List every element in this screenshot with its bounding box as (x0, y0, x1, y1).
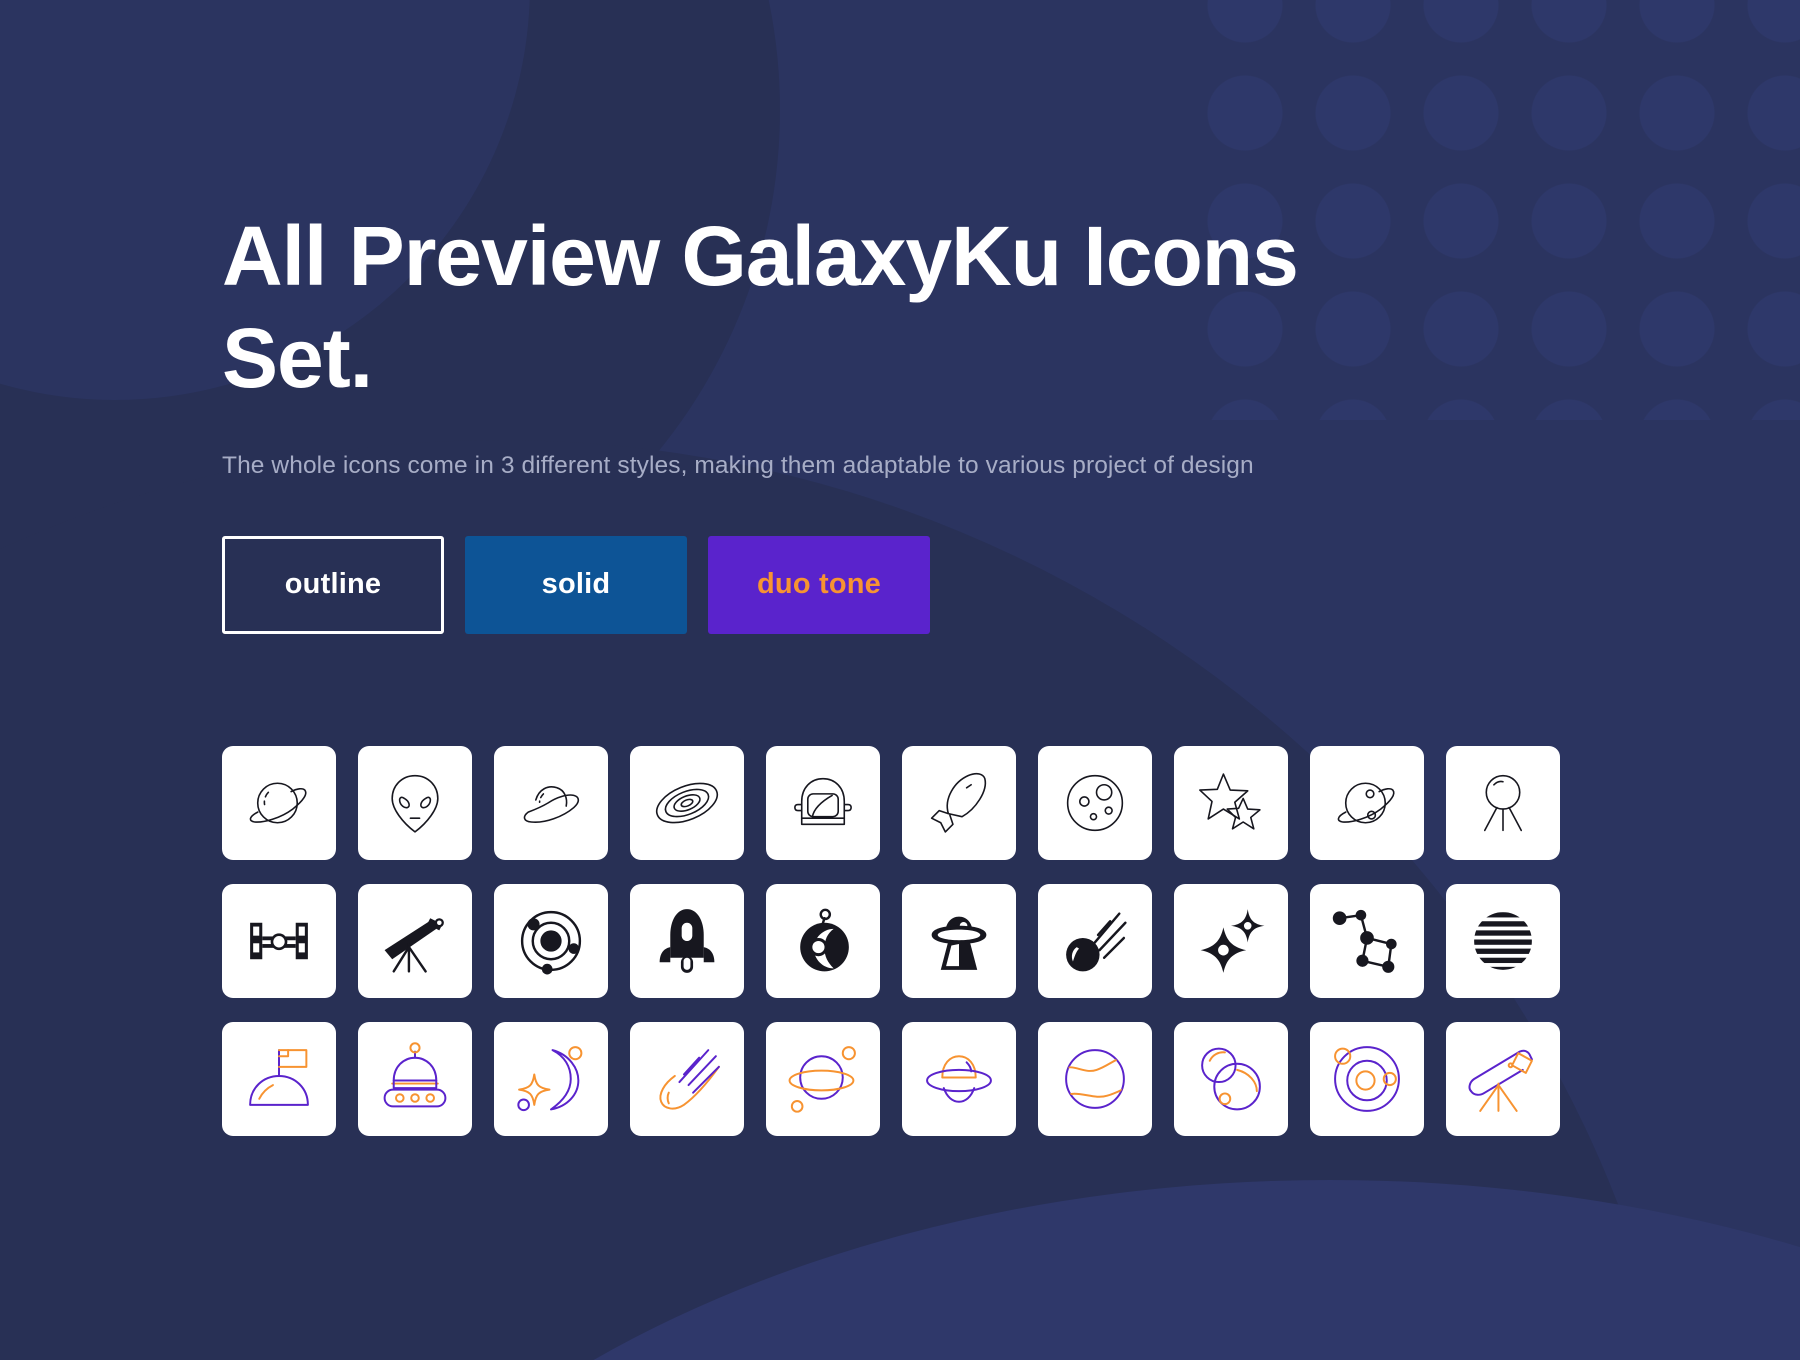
two-moons-icon (1201, 1047, 1261, 1111)
icon-grid (222, 745, 1602, 1136)
telescope-solid-icon (384, 918, 444, 973)
alien-head-icon (391, 774, 439, 833)
icon-tile-telescope-solid[interactable] (358, 883, 472, 998)
icon-tile-telescope-duo[interactable] (1446, 1021, 1560, 1136)
satellite-dish-icon (1483, 774, 1523, 832)
space-probe-icon (800, 908, 849, 972)
orbit-atom-icon (520, 910, 582, 975)
icon-tile-comet-trail[interactable] (1038, 883, 1152, 998)
telescope-duo-icon (1468, 1049, 1533, 1112)
icon-tile-striped-planet[interactable] (1446, 883, 1560, 998)
mars-rover-icon (383, 1042, 447, 1108)
hero-section: All Preview GalaxyKu Icons Set. The whol… (222, 0, 1800, 634)
two-stars-icon (1199, 773, 1261, 830)
style-button-outline[interactable]: outline (222, 535, 444, 634)
icon-tile-two-moons[interactable] (1174, 1021, 1288, 1136)
icon-tile-planet-ring-duo[interactable] (766, 1021, 880, 1136)
icon-tile-rocket-launch[interactable] (630, 883, 744, 998)
icon-tile-mars-rover[interactable] (358, 1021, 472, 1136)
icon-tile-ringed-planet[interactable] (1310, 745, 1424, 860)
icon-tile-galaxy-spiral[interactable] (630, 745, 744, 860)
astronaut-helmet-icon (794, 777, 852, 826)
icon-tile-comet-duo[interactable] (630, 1021, 744, 1136)
sparkle-stars-icon (1200, 909, 1265, 973)
icon-tile-ufo-beam[interactable] (902, 883, 1016, 998)
page-container: All Preview GalaxyKu Icons Set. The whol… (0, 0, 1800, 1136)
icon-tile-moon-flag[interactable] (222, 1021, 336, 1136)
moon-flag-icon (249, 1049, 309, 1106)
icon-tile-constellation[interactable] (1310, 883, 1424, 998)
icon-tile-ufo-duo[interactable] (902, 1021, 1016, 1136)
icon-tile-two-stars[interactable] (1174, 745, 1288, 860)
ufo-duo-icon (926, 1055, 992, 1103)
icon-tile-jupiter-duo[interactable] (1038, 1021, 1152, 1136)
rocket-diagonal-icon (930, 772, 987, 833)
icon-tile-space-probe[interactable] (766, 883, 880, 998)
ufo-beam-icon (931, 916, 987, 970)
style-filter-group: outline solid duo tone (222, 535, 1800, 634)
icon-tile-satellite-solid[interactable] (222, 883, 336, 998)
style-button-duo-tone[interactable]: duo tone (708, 535, 930, 634)
rocket-launch-icon (659, 909, 715, 973)
style-button-solid[interactable]: solid (465, 535, 687, 634)
ringed-planet-icon (1337, 782, 1395, 824)
crescent-moon-stars-icon (517, 1046, 583, 1112)
comet-trail-icon (1066, 912, 1127, 972)
icon-tile-satellite-dish[interactable] (1446, 745, 1560, 860)
jupiter-duo-icon (1065, 1049, 1125, 1109)
icon-tile-alien-head[interactable] (358, 745, 472, 860)
comet-duo-icon (659, 1049, 720, 1110)
constellation-icon (1332, 909, 1397, 973)
satellite-solid-icon (250, 922, 308, 960)
icon-tile-ufo-saucer[interactable] (494, 745, 608, 860)
page-subtitle: The whole icons come in 3 different styl… (222, 451, 1254, 479)
ufo-saucer-icon (523, 786, 580, 823)
icon-tile-solar-system[interactable] (1310, 1021, 1424, 1136)
solar-system-icon (1334, 1046, 1400, 1112)
page-title: All Preview GalaxyKu Icons Set. (222, 209, 1299, 406)
icon-tile-orbit-atom[interactable] (494, 883, 608, 998)
galaxy-spiral-icon (655, 782, 719, 824)
icon-tile-moon-craters[interactable] (1038, 745, 1152, 860)
icon-tile-astronaut-helmet[interactable] (766, 745, 880, 860)
saturn-planet-icon (249, 782, 307, 824)
moon-craters-icon (1066, 774, 1124, 832)
icon-tile-saturn-planet[interactable] (222, 745, 336, 860)
icon-tile-crescent-moon-stars[interactable] (494, 1021, 608, 1136)
planet-ring-duo-icon (788, 1046, 856, 1113)
icon-tile-sparkle-stars[interactable] (1174, 883, 1288, 998)
striped-planet-icon (1474, 912, 1532, 970)
icon-tile-rocket-diagonal[interactable] (902, 745, 1016, 860)
